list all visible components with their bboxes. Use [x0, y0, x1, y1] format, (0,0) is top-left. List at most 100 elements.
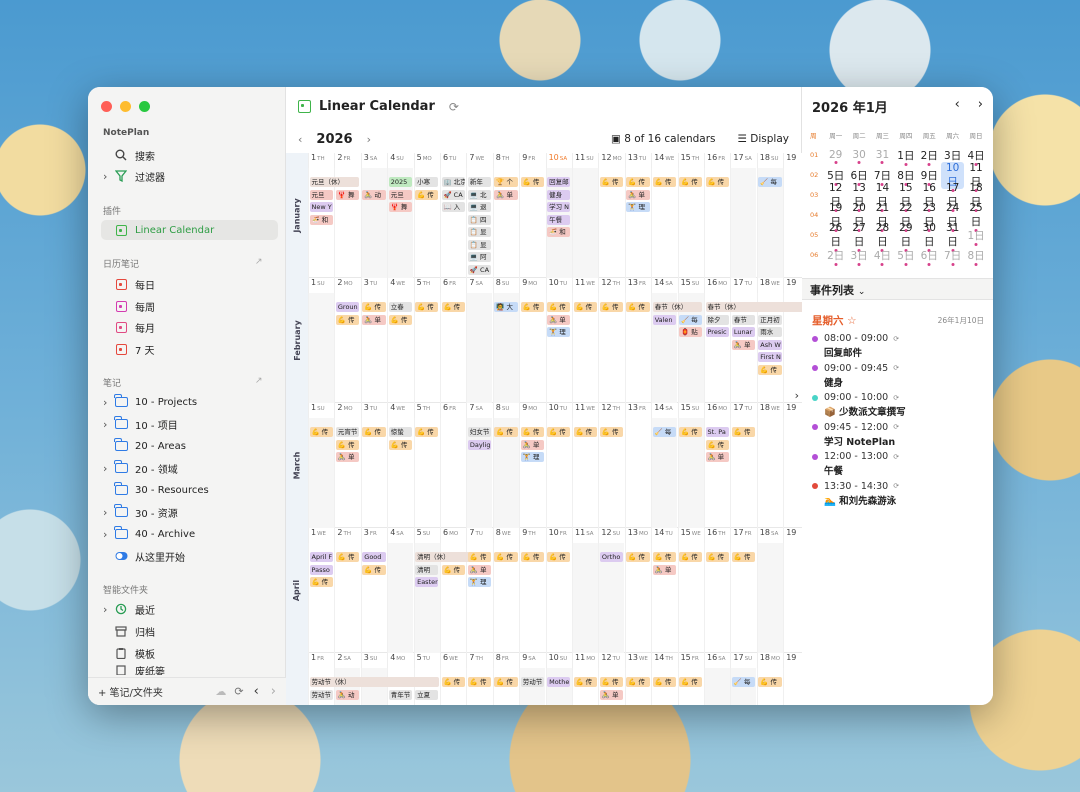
calendar-event[interactable]: Daylig	[467, 439, 492, 450]
sidebar-item-archive[interactable]: 归档	[103, 621, 277, 641]
day-cell[interactable]	[783, 668, 802, 705]
day-header[interactable]: 14SA	[651, 278, 678, 293]
calendar-event[interactable]: 💪 传	[415, 189, 439, 200]
day-header[interactable]: 19	[783, 528, 802, 543]
day-header[interactable]: 3TU	[360, 403, 387, 418]
display-button[interactable]: ☰ Display	[738, 133, 789, 145]
day-header[interactable]: 7TU	[466, 528, 493, 543]
calendar-event[interactable]: 🍜 和	[309, 214, 333, 225]
calendar-event[interactable]: 💪 传	[388, 314, 413, 325]
sidebar-item-templates[interactable]: 模板	[103, 643, 277, 663]
day-header[interactable]: 8SU	[492, 403, 519, 418]
day-header[interactable]: 17TU	[730, 278, 757, 293]
mini-day[interactable]: 30日	[918, 222, 941, 252]
week-number[interactable]: 02	[810, 171, 824, 179]
day-cell[interactable]	[756, 543, 783, 653]
calendar-event[interactable]: Lunar	[731, 327, 756, 337]
day-header[interactable]: 10TU	[545, 403, 572, 418]
day-header[interactable]: 17FR	[730, 528, 757, 543]
calendar-event[interactable]: 📋 显	[467, 227, 492, 237]
day-header[interactable]: 14SA	[651, 403, 678, 418]
sidebar-item-trash[interactable]: 废纸篓	[103, 663, 277, 675]
mini-day[interactable]: 7日	[871, 168, 894, 186]
calendar-event[interactable]: 💪 传	[679, 552, 703, 562]
mini-day[interactable]: 3日	[941, 148, 964, 166]
calendar-event[interactable]: 💪 传	[547, 427, 571, 437]
chevron-right-icon[interactable]: ›	[103, 170, 114, 183]
day-header[interactable]: 14TU	[651, 528, 678, 543]
sidebar-folder-item[interactable]: › 30 - 资源	[103, 502, 277, 522]
calendar-event[interactable]: 立夏	[415, 689, 439, 700]
week-number[interactable]: 06	[810, 251, 824, 259]
prev-year-button[interactable]: ‹	[298, 133, 302, 146]
calendar-event[interactable]: 🚴 单	[599, 689, 624, 700]
calendar-event[interactable]: 💪 传	[679, 427, 703, 437]
calendar-event[interactable]: 💪 传	[309, 427, 333, 437]
week-number[interactable]: 03	[810, 191, 824, 199]
day-cell[interactable]	[308, 293, 334, 403]
chevron-right-icon[interactable]: ›	[103, 506, 114, 519]
day-cell[interactable]	[440, 418, 466, 528]
day-header[interactable]: 4MO	[387, 653, 414, 668]
day-header[interactable]: 2FR	[334, 153, 361, 168]
calendar-event[interactable]: 💪 传	[441, 302, 465, 312]
calendars-filter-button[interactable]: ▣ 8 of 16 calendars	[611, 133, 716, 145]
calendar-event[interactable]: 💪 传	[758, 364, 782, 375]
chevron-right-icon[interactable]: ›	[103, 462, 114, 475]
sidebar-folder-item[interactable]: › 10 - 项目	[103, 414, 277, 434]
day-header[interactable]: 8SU	[492, 278, 519, 293]
mini-day[interactable]: 29日	[894, 222, 917, 252]
day-header[interactable]: 17TU	[730, 403, 757, 418]
day-header[interactable]: 15TH	[677, 153, 704, 168]
day-cell[interactable]	[704, 668, 730, 705]
day-cell[interactable]	[730, 168, 757, 278]
mini-day[interactable]: 1日	[964, 228, 987, 246]
calendar-event[interactable]: 🚴 单	[626, 189, 650, 200]
sidebar-folder-item[interactable]: › 40 - Archive	[103, 524, 277, 544]
day-cell[interactable]	[783, 168, 802, 278]
day-header[interactable]: 9TH	[519, 528, 546, 543]
day-header[interactable]: 1SU	[308, 278, 334, 293]
sidebar-folder-item[interactable]: › 10 - Projects	[103, 392, 277, 412]
calendar-event[interactable]: 劳动节（休）	[309, 677, 439, 687]
day-header[interactable]: 16FR	[704, 153, 730, 168]
mini-day[interactable]: 26日	[824, 222, 847, 252]
calendar-event[interactable]: 🏋 理	[547, 327, 571, 337]
mini-day[interactable]: 2日	[824, 248, 847, 266]
calendar-event[interactable]: 💪 传	[599, 677, 624, 687]
day-header[interactable]: 13WE	[624, 653, 651, 668]
sidebar-item-recent[interactable]: › 最近	[103, 599, 277, 619]
event-list-item[interactable]: 08:00 - 09:00 ⟳ 回复邮件	[812, 333, 984, 359]
day-header[interactable]: 12SU	[598, 528, 625, 543]
close-window-button[interactable]	[101, 101, 112, 112]
mini-day[interactable]: 7日	[941, 248, 964, 266]
mini-day[interactable]: 5日	[824, 168, 847, 186]
day-header[interactable]: 7SA	[466, 403, 493, 418]
calendar-event[interactable]: 💪 传	[335, 314, 360, 325]
calendar-event[interactable]: 💪 传	[758, 677, 782, 687]
sidebar-folder-item[interactable]: 30 - Resources	[103, 480, 277, 500]
mini-day[interactable]: 31日	[941, 222, 964, 252]
calendar-event[interactable]: First N	[758, 352, 782, 362]
calendar-event[interactable]: 劳动节	[309, 689, 333, 700]
day-header[interactable]: 5TH	[413, 403, 440, 418]
mini-day[interactable]: 1日	[894, 148, 917, 166]
day-header[interactable]: 4SA	[387, 528, 414, 543]
sidebar-item-7days[interactable]: 7 天	[103, 339, 277, 359]
day-header[interactable]: 5SU	[413, 528, 440, 543]
events-list-header[interactable]: 事件列表 ⌄	[802, 278, 993, 300]
day-header[interactable]: 13MO	[624, 528, 651, 543]
mini-day[interactable]: 3日	[847, 248, 870, 266]
mini-day[interactable]: 9日	[918, 168, 941, 186]
day-header[interactable]: 6FR	[440, 278, 466, 293]
calendar-event[interactable]: 午餐	[547, 214, 571, 225]
calendar-event[interactable]: 💪 传	[520, 177, 545, 187]
day-header[interactable]: 1SU	[308, 403, 334, 418]
day-header[interactable]: 11SA	[572, 528, 598, 543]
calendar-event[interactable]: New Y	[309, 202, 333, 212]
calendar-event[interactable]: 💪 传	[520, 302, 545, 312]
calendar-event[interactable]: 🧹 每	[679, 314, 703, 325]
day-header[interactable]: 4WE	[387, 278, 414, 293]
calendar-event[interactable]: 💪 传	[599, 427, 624, 437]
day-header[interactable]: 6TU	[440, 153, 466, 168]
